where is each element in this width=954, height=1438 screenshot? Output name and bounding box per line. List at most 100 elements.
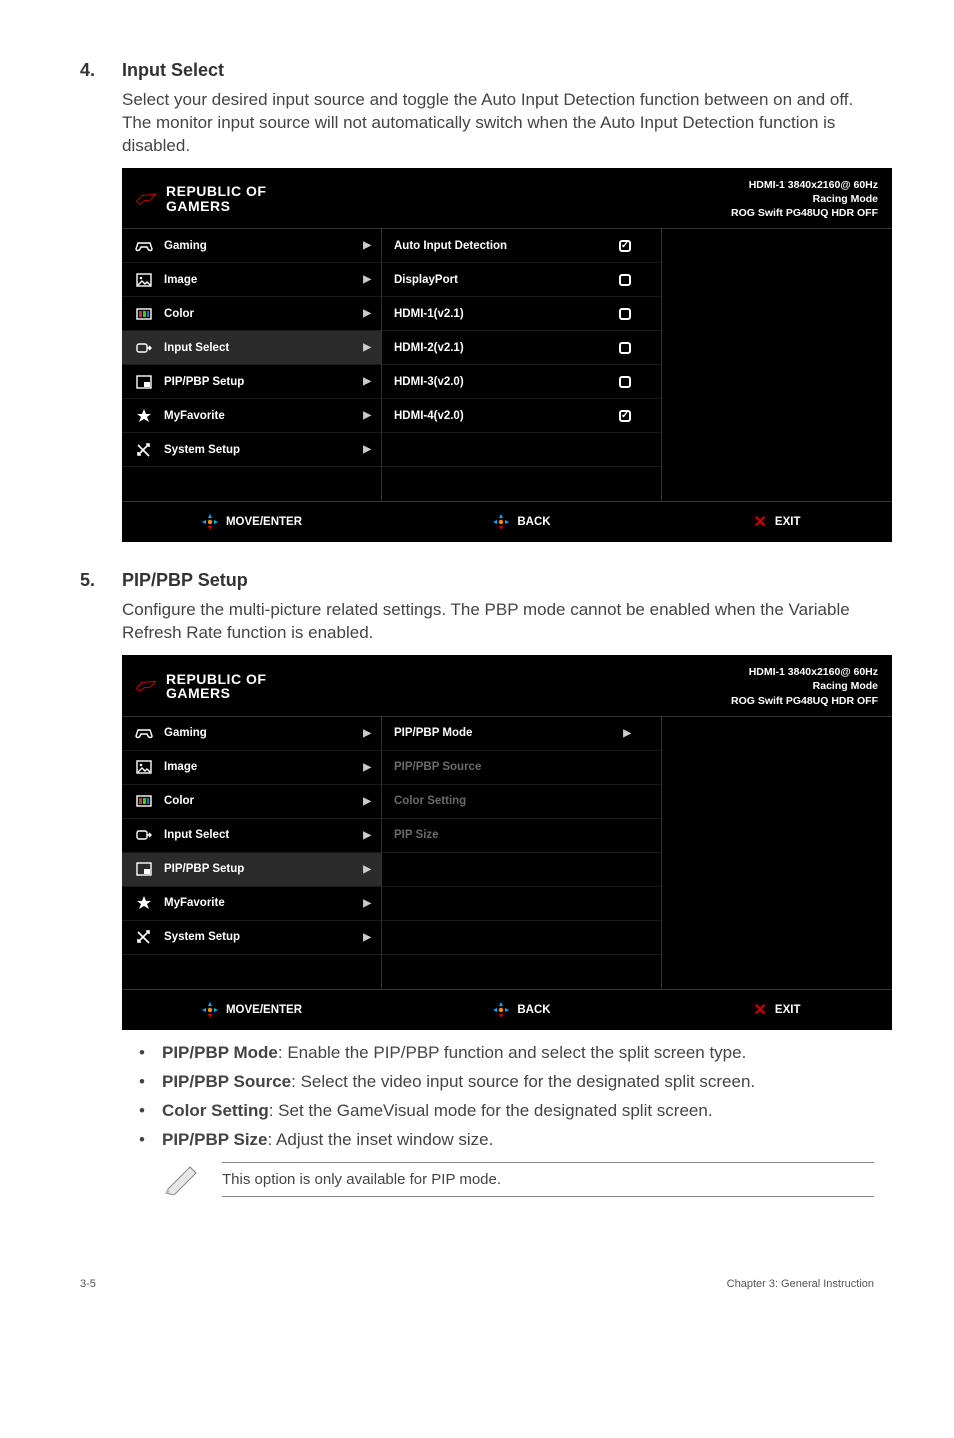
menu-item-label: Gaming bbox=[164, 240, 353, 252]
chevron-right-icon: ▶ bbox=[363, 796, 371, 807]
menu-item-system-setup[interactable]: System Setup ▶ bbox=[122, 433, 381, 467]
color-icon bbox=[134, 305, 154, 323]
footer-back: BACK bbox=[517, 516, 550, 528]
chevron-right-icon: ▶ bbox=[363, 240, 371, 251]
logo-line2: GAMERS bbox=[166, 199, 266, 214]
logo-line1: REPUBLIC OF bbox=[166, 184, 266, 199]
status-mode: Racing Mode bbox=[731, 192, 878, 206]
chevron-right-icon: ▶ bbox=[363, 898, 371, 909]
pip-icon bbox=[134, 860, 154, 878]
status-mode: Racing Mode bbox=[731, 679, 878, 693]
submenu-item-auto-input-detection[interactable]: Auto Input Detection bbox=[382, 229, 661, 263]
color-icon bbox=[134, 792, 154, 810]
submenu-item-label: PIP/PBP Source bbox=[394, 761, 631, 773]
menu-item-gaming[interactable]: Gaming▶ bbox=[122, 717, 381, 751]
menu-item-label: Color bbox=[164, 795, 353, 807]
section-title: Input Select bbox=[122, 60, 224, 81]
bullet-item: •Color Setting: Set the GameVisual mode … bbox=[122, 1100, 874, 1123]
gaming-icon bbox=[134, 724, 154, 742]
image-icon bbox=[134, 271, 154, 289]
menu-item-image[interactable]: Image▶ bbox=[122, 751, 381, 785]
fav-icon bbox=[134, 894, 154, 912]
gaming-icon bbox=[134, 237, 154, 255]
chevron-right-icon: ▶ bbox=[363, 728, 371, 739]
section-number: 4. bbox=[80, 60, 122, 81]
menu-item-pip-pbp-setup[interactable]: PIP/PBP Setup ▶ bbox=[122, 365, 381, 399]
bullet-item: •PIP/PBP Size: Adjust the inset window s… bbox=[122, 1129, 874, 1152]
submenu-item-label: PIP Size bbox=[394, 829, 631, 841]
setup-icon bbox=[134, 928, 154, 946]
logo-line1: REPUBLIC OF bbox=[166, 672, 266, 687]
submenu-item-label: PIP/PBP Mode bbox=[394, 727, 613, 739]
checked-icon bbox=[619, 410, 631, 422]
bullet-item: •PIP/PBP Mode: Enable the PIP/PBP functi… bbox=[122, 1042, 874, 1065]
chevron-right-icon: ▶ bbox=[363, 308, 371, 319]
menu-item-label: PIP/PBP Setup bbox=[164, 863, 353, 875]
joystick-back-icon bbox=[493, 514, 509, 530]
chevron-right-icon: ▶ bbox=[363, 864, 371, 875]
submenu-item-pip-pbp-mode[interactable]: PIP/PBP Mode ▶ bbox=[382, 717, 661, 751]
submenu-item-hdmi-4-v2-0-[interactable]: HDMI-4(v2.0) bbox=[382, 399, 661, 433]
menu-item-input-select[interactable]: Input Select ▶ bbox=[122, 331, 381, 365]
osd-panel-input-select: REPUBLIC OF GAMERS HDMI-1 3840x2160@ 60H… bbox=[122, 168, 892, 543]
menu-item-image[interactable]: Image▶ bbox=[122, 263, 381, 297]
image-icon bbox=[134, 758, 154, 776]
menu-item-myfavorite[interactable]: MyFavorite ▶ bbox=[122, 399, 381, 433]
submenu-item-label: HDMI-3(v2.0) bbox=[394, 376, 609, 388]
section-title: PIP/PBP Setup bbox=[122, 570, 248, 591]
section-body: Select your desired input source and tog… bbox=[122, 89, 874, 158]
chevron-right-icon: ▶ bbox=[363, 444, 371, 455]
submenu-item-label: HDMI-4(v2.0) bbox=[394, 410, 609, 422]
chevron-right-icon: ▶ bbox=[363, 342, 371, 353]
logo-line2: GAMERS bbox=[166, 686, 266, 701]
submenu-item-hdmi-3-v2-0-[interactable]: HDMI-3(v2.0) bbox=[382, 365, 661, 399]
footer-exit: EXIT bbox=[775, 1004, 801, 1016]
unchecked-icon bbox=[619, 308, 631, 320]
chapter-label: Chapter 3: General Instruction bbox=[727, 1278, 874, 1290]
menu-item-myfavorite[interactable]: MyFavorite ▶ bbox=[122, 887, 381, 921]
menu-item-label: MyFavorite bbox=[164, 410, 353, 422]
menu-item-label: Input Select bbox=[164, 342, 353, 354]
pip-icon bbox=[134, 373, 154, 391]
chevron-right-icon: ▶ bbox=[363, 410, 371, 421]
input-icon bbox=[134, 339, 154, 357]
submenu-item-pip-pbp-source: PIP/PBP Source bbox=[382, 751, 661, 785]
osd-panel-pip-pbp: REPUBLIC OF GAMERS HDMI-1 3840x2160@ 60H… bbox=[122, 655, 892, 1030]
footer-move-enter: MOVE/ENTER bbox=[226, 516, 302, 528]
section-body: Configure the multi-picture related sett… bbox=[122, 599, 874, 645]
chevron-right-icon: ▶ bbox=[363, 274, 371, 285]
menu-item-label: System Setup bbox=[164, 444, 353, 456]
menu-item-system-setup[interactable]: System Setup▶ bbox=[122, 921, 381, 955]
submenu-item-displayport[interactable]: DisplayPort bbox=[382, 263, 661, 297]
submenu-item-label: HDMI-1(v2.1) bbox=[394, 308, 609, 320]
close-icon: ✕ bbox=[754, 1000, 767, 1020]
submenu-item-color-setting: Color Setting bbox=[382, 785, 661, 819]
menu-item-gaming[interactable]: Gaming ▶ bbox=[122, 229, 381, 263]
fav-icon bbox=[134, 407, 154, 425]
chevron-right-icon: ▶ bbox=[363, 830, 371, 841]
menu-item-input-select[interactable]: Input Select▶ bbox=[122, 819, 381, 853]
page-number: 3-5 bbox=[80, 1278, 96, 1290]
submenu-item-pip-size: PIP Size bbox=[382, 819, 661, 853]
menu-item-color[interactable]: Color▶ bbox=[122, 297, 381, 331]
setup-icon bbox=[134, 441, 154, 459]
joystick-icon bbox=[202, 514, 218, 530]
pencil-note-icon bbox=[162, 1159, 206, 1200]
footer-back: BACK bbox=[517, 1004, 550, 1016]
footer-move-enter: MOVE/ENTER bbox=[226, 1004, 302, 1016]
chevron-right-icon: ▶ bbox=[623, 728, 631, 739]
menu-item-color[interactable]: Color ▶ bbox=[122, 785, 381, 819]
chevron-right-icon: ▶ bbox=[363, 376, 371, 387]
rog-eye-icon bbox=[136, 675, 156, 697]
unchecked-icon bbox=[619, 342, 631, 354]
submenu-item-hdmi-2-v2-1-[interactable]: HDMI-2(v2.1) bbox=[382, 331, 661, 365]
input-icon bbox=[134, 826, 154, 844]
menu-item-label: MyFavorite bbox=[164, 897, 353, 909]
submenu-item-label: Auto Input Detection bbox=[394, 240, 609, 252]
menu-item-label: PIP/PBP Setup bbox=[164, 376, 353, 388]
submenu-item-hdmi-1-v2-1-[interactable]: HDMI-1(v2.1) bbox=[382, 297, 661, 331]
unchecked-icon bbox=[619, 376, 631, 388]
footer-exit: EXIT bbox=[775, 516, 801, 528]
menu-item-label: System Setup bbox=[164, 931, 353, 943]
menu-item-pip-pbp-setup[interactable]: PIP/PBP Setup ▶ bbox=[122, 853, 381, 887]
